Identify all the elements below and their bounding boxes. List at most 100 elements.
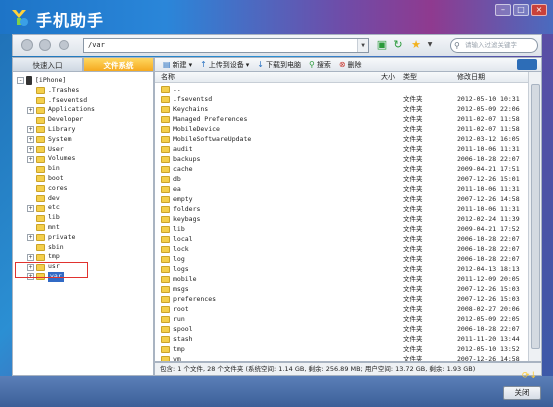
- file-name-cell: local: [161, 234, 193, 244]
- file-row[interactable]: ea 文件夹 2011-10-06 11:31: [155, 184, 529, 194]
- folder-icon: [36, 243, 45, 251]
- file-row[interactable]: msgs 文件夹 2007-12-26 15:03: [155, 284, 529, 294]
- file-row[interactable]: Managed Preferences 文件夹 2011-02-07 11:58: [155, 114, 529, 124]
- tree-expand-icon[interactable]: +: [27, 136, 34, 144]
- file-row[interactable]: run 文件夹 2012-05-09 22:05: [155, 314, 529, 324]
- column-type[interactable]: 类型: [403, 72, 417, 83]
- view-mode-icon[interactable]: [517, 59, 537, 70]
- tree-expand-icon[interactable]: +: [27, 253, 34, 261]
- tab-quick-access[interactable]: 快速入口: [12, 57, 83, 72]
- scrollbar-thumb[interactable]: [531, 84, 540, 349]
- file-row[interactable]: stash 文件夹 2011-11-20 13:44: [155, 334, 529, 344]
- file-row[interactable]: lock 文件夹 2006-10-28 22:07: [155, 244, 529, 254]
- file-type: 文件夹: [403, 155, 423, 163]
- file-date: 2011-10-06 11:31: [457, 205, 520, 213]
- folder-icon: [161, 155, 170, 163]
- favorites-dropdown-icon[interactable]: ▼: [423, 38, 437, 52]
- file-row[interactable]: MobileSoftwareUpdate 文件夹 2012-03-12 16:05: [155, 134, 529, 144]
- file-row[interactable]: ..: [155, 84, 529, 94]
- file-date: 2009-04-21 17:52: [457, 225, 520, 233]
- file-row[interactable]: log 文件夹 2006-10-28 22:07: [155, 254, 529, 264]
- tree-item[interactable]: Developer: [27, 115, 83, 125]
- refresh-icon[interactable]: ↻: [391, 38, 405, 52]
- file-row[interactable]: cache 文件夹 2009-04-21 17:51: [155, 164, 529, 174]
- column-date[interactable]: 修改日期: [457, 72, 485, 83]
- column-name[interactable]: 名称: [161, 72, 175, 83]
- delete-button[interactable]: ⊗ 删除: [339, 60, 362, 70]
- file-row[interactable]: local 文件夹 2006-10-28 22:07: [155, 234, 529, 244]
- tree-item[interactable]: lib: [27, 213, 60, 223]
- address-dropdown-icon[interactable]: ▼: [357, 39, 368, 52]
- tree-item[interactable]: + etc: [27, 203, 60, 213]
- maximize-button[interactable]: □: [513, 4, 529, 16]
- tree-item[interactable]: bin: [27, 164, 60, 174]
- tree-item[interactable]: + System: [27, 135, 71, 145]
- address-bar[interactable]: /var ▼: [83, 38, 369, 53]
- vertical-scrollbar[interactable]: [528, 72, 541, 361]
- close-button[interactable]: 关闭: [503, 386, 541, 400]
- file-date: 2012-03-12 16:05: [457, 135, 520, 143]
- tree-item-label: sbin: [48, 242, 64, 251]
- forward-icon[interactable]: [39, 39, 51, 51]
- tree-expand-icon[interactable]: +: [27, 155, 34, 163]
- file-name: audit: [173, 145, 193, 153]
- tree-expand-icon[interactable]: +: [27, 204, 34, 212]
- tree-item[interactable]: + private: [27, 233, 75, 243]
- minimize-button[interactable]: –: [495, 4, 511, 16]
- new-button[interactable]: ▤ 新建 ▾: [163, 60, 192, 70]
- tree-item-label: .fseventsd: [48, 95, 88, 104]
- tree-item[interactable]: dev: [27, 194, 60, 204]
- tray-icon[interactable]: ⟳↓: [522, 371, 552, 385]
- file-row[interactable]: mobile 文件夹 2011-12-09 20:05: [155, 274, 529, 284]
- file-row[interactable]: tmp 文件夹 2012-05-10 13:52: [155, 344, 529, 354]
- close-window-button[interactable]: ×: [531, 4, 547, 16]
- file-name: logs: [173, 265, 189, 273]
- search-button[interactable]: ⚲ 搜索: [309, 60, 331, 70]
- folder-icon: [36, 253, 45, 261]
- tree-item[interactable]: + Library: [27, 125, 75, 135]
- tree-item[interactable]: sbin: [27, 243, 64, 253]
- tree-expand-icon[interactable]: -: [17, 77, 24, 85]
- file-name-cell: run: [161, 314, 185, 324]
- tree-item[interactable]: boot: [27, 174, 64, 184]
- go-icon[interactable]: ▣: [375, 38, 389, 52]
- file-row[interactable]: empty 文件夹 2007-12-26 14:58: [155, 194, 529, 204]
- file-row[interactable]: audit 文件夹 2011-10-06 11:31: [155, 144, 529, 154]
- back-icon[interactable]: [21, 39, 33, 51]
- file-row[interactable]: keybags 文件夹 2012-02-24 11:39: [155, 214, 529, 224]
- favorites-icon[interactable]: ★: [409, 38, 423, 52]
- file-row[interactable]: MobileDevice 文件夹 2011-02-07 11:58: [155, 124, 529, 134]
- file-row[interactable]: Keychains 文件夹 2012-05-09 22:06: [155, 104, 529, 114]
- tree-item[interactable]: + User: [27, 145, 64, 155]
- tree-item[interactable]: + Volumes: [27, 154, 75, 164]
- column-size[interactable]: 大小: [381, 72, 395, 83]
- tree-item[interactable]: + Applications: [27, 105, 95, 115]
- tree-item[interactable]: cores: [27, 184, 68, 194]
- file-row[interactable]: root 文件夹 2008-02-27 20:06: [155, 304, 529, 314]
- file-row[interactable]: lib 文件夹 2009-04-21 17:52: [155, 224, 529, 234]
- file-row[interactable]: .fseventsd 文件夹 2012-05-10 10:31: [155, 94, 529, 104]
- file-name: tmp: [173, 345, 185, 353]
- tree-item[interactable]: .Trashes: [27, 86, 79, 96]
- tree-expand-icon[interactable]: +: [27, 126, 34, 134]
- tree-expand-icon[interactable]: +: [27, 234, 34, 242]
- file-row[interactable]: folders 文件夹 2011-10-06 11:31: [155, 204, 529, 214]
- tree-item[interactable]: mnt: [27, 223, 60, 233]
- tree-expand-icon[interactable]: +: [27, 106, 34, 114]
- file-row[interactable]: preferences 文件夹 2007-12-26 15:03: [155, 294, 529, 304]
- tree-expand-icon[interactable]: +: [27, 145, 34, 153]
- history-dropdown-icon[interactable]: [59, 40, 69, 50]
- tree-item[interactable]: - [iPhone]: [17, 76, 66, 86]
- file-row[interactable]: logs 文件夹 2012-04-13 18:13: [155, 264, 529, 274]
- tree-item[interactable]: .fseventsd: [27, 96, 87, 106]
- file-row[interactable]: spool 文件夹 2006-10-28 22:07: [155, 324, 529, 334]
- upload-button[interactable]: ↑ 上传到设备 ▾: [200, 60, 249, 70]
- search-input[interactable]: ⚲ 请输入过滤关键字: [450, 38, 538, 53]
- download-button[interactable]: ↓ 下载到电脑: [257, 60, 301, 70]
- file-name-cell: empty: [161, 194, 193, 204]
- file-row[interactable]: backups 文件夹 2006-10-28 22:07: [155, 154, 529, 164]
- file-row[interactable]: db 文件夹 2007-12-26 15:01: [155, 174, 529, 184]
- file-row[interactable]: vm 文件夹 2007-12-26 14:58: [155, 354, 529, 361]
- tree-item[interactable]: + tmp: [27, 252, 60, 262]
- tab-file-system[interactable]: 文件系统: [83, 57, 154, 72]
